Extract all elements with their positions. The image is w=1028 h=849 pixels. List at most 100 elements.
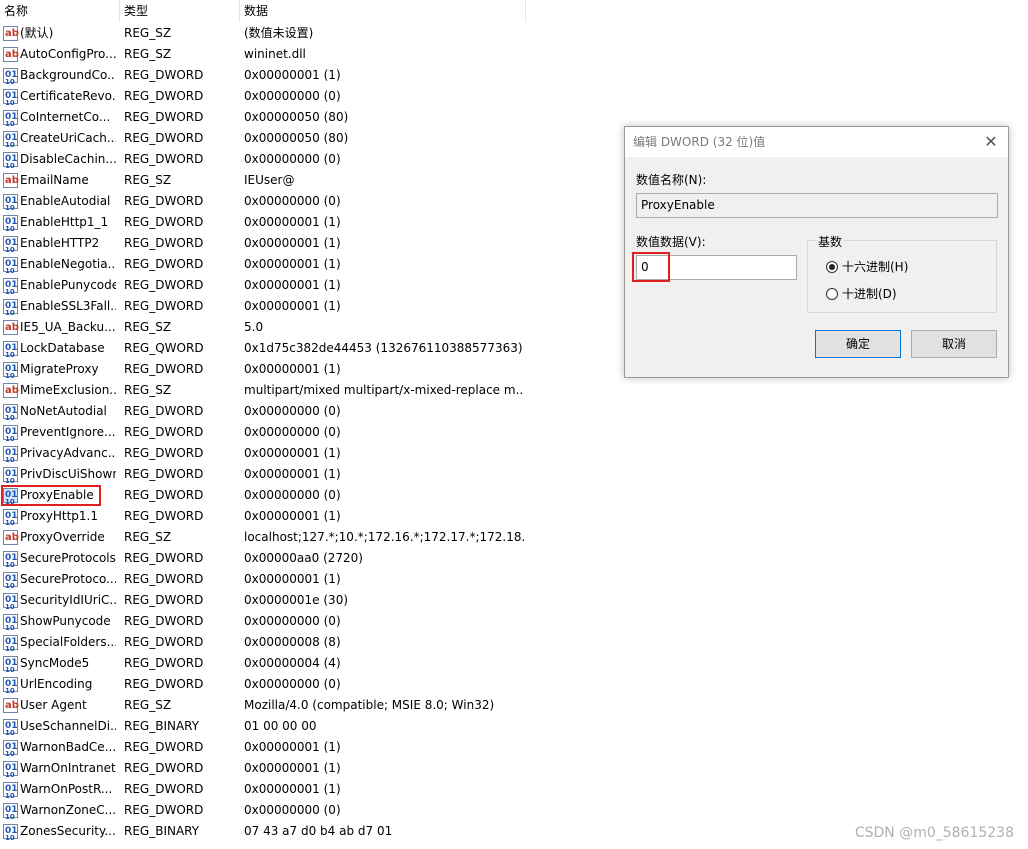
column-header-data[interactable]: 数据: [240, 0, 526, 22]
table-row[interactable]: EnableSSL3Fall... REG_DWORD 0x00000001 (1): [0, 296, 526, 324]
string-value-icon: [3, 317, 19, 338]
cell-type: REG_SZ: [124, 698, 172, 712]
table-row[interactable]: (默认) REG_SZ (数值未设置): [0, 23, 526, 44]
cell-name: ShowPunycode: [20, 614, 111, 628]
cancel-button[interactable]: 取消: [911, 330, 997, 358]
cell-data: 0x00000aa0 (2720): [244, 551, 363, 565]
column-header-type[interactable]: 类型: [120, 0, 240, 22]
table-row[interactable]: UseSchannelDi... REG_BINARY 01 00 00 00: [0, 716, 526, 744]
table-row[interactable]: UrlEncoding REG_DWORD 0x00000000 (0): [0, 674, 526, 702]
binary-value-icon: [3, 107, 18, 135]
table-row[interactable]: DisableCachin... REG_DWORD 0x00000000 (0): [0, 149, 526, 177]
close-icon[interactable]: ✕: [974, 127, 1008, 157]
binary-value-icon: [3, 254, 18, 282]
table-row[interactable]: WarnonZoneC... REG_DWORD 0x00000000 (0): [0, 800, 526, 828]
table-row[interactable]: EnableAutodial REG_DWORD 0x00000000 (0): [0, 191, 526, 219]
table-row[interactable]: LockDatabase REG_QWORD 0x1d75c382de44453 (…: [0, 338, 526, 366]
binary-value-icon: [3, 233, 18, 261]
table-row[interactable]: PrivDiscUiShown REG_DWORD 0x00000001 (1): [0, 464, 526, 492]
table-row[interactable]: ProxyOverride REG_SZ localhost;127.*;10.*;…: [0, 527, 526, 548]
table-row[interactable]: EnablePunycode REG_DWORD 0x00000001 (1): [0, 275, 526, 303]
table-row[interactable]: MimeExclusion... REG_SZ multipart/mixed mu…: [0, 380, 526, 401]
cell-data: 0x00000000 (0): [244, 488, 341, 502]
table-row[interactable]: IE5_UA_Backu... REG_SZ 5.0: [0, 317, 526, 338]
cell-type: REG_DWORD: [124, 89, 204, 103]
table-row[interactable]: PreventIgnore... REG_DWORD 0x00000000 (0): [0, 422, 526, 450]
cell-data: 0x00000000 (0): [244, 677, 341, 691]
cell-data: 0x00000008 (8): [244, 635, 341, 649]
table-row[interactable]: SecureProtoco... REG_DWORD 0x00000001 (1): [0, 569, 526, 597]
radio-hex-indicator[interactable]: [826, 261, 838, 273]
cell-type: REG_DWORD: [124, 110, 204, 124]
table-row[interactable]: SecureProtocols REG_DWORD 0x00000aa0 (2720…: [0, 548, 526, 576]
table-row[interactable]: PrivacyAdvanc... REG_DWORD 0x00000001 (1): [0, 443, 526, 471]
table-row[interactable]: WarnOnPostR... REG_DWORD 0x00000001 (1): [0, 779, 526, 807]
cell-name: DisableCachin...: [20, 152, 116, 166]
binary-value-icon: [3, 506, 18, 534]
table-row[interactable]: WarnOnIntranet REG_DWORD 0x00000001 (1): [0, 758, 526, 786]
table-row[interactable]: SecurityIdIUriC... REG_DWORD 0x0000001e (3…: [0, 590, 526, 618]
cell-name: ProxyHttp1.1: [20, 509, 99, 523]
value-name-field[interactable]: ProxyEnable: [636, 193, 998, 218]
cell-name: MigrateProxy: [20, 362, 99, 376]
table-row[interactable]: BackgroundCo... REG_DWORD 0x00000001 (1): [0, 65, 526, 93]
table-row[interactable]: CertificateRevo... REG_DWORD 0x00000000 (0…: [0, 86, 526, 114]
table-row[interactable]: EmailName REG_SZ IEUser@: [0, 170, 526, 191]
cell-name: BackgroundCo...: [20, 68, 116, 82]
table-row[interactable]: CreateUriCach... REG_DWORD 0x00000050 (80): [0, 128, 526, 156]
cell-data: 0x00000050 (80): [244, 131, 349, 145]
cell-data: 0x00000001 (1): [244, 362, 341, 376]
binary-value-icon: [3, 758, 18, 786]
cell-data: 0x00000000 (0): [244, 404, 341, 418]
cell-data: 0x1d75c382de44453 (132676110388577363): [244, 341, 523, 355]
table-row[interactable]: NoNetAutodial REG_DWORD 0x00000000 (0): [0, 401, 526, 429]
column-header-name[interactable]: 名称: [0, 0, 120, 22]
table-row[interactable]: SpecialFolders... REG_DWORD 0x00000008 (8): [0, 632, 526, 660]
cell-data: 0x00000001 (1): [244, 278, 341, 292]
table-row[interactable]: AutoConfigPro... REG_SZ wininet.dll: [0, 44, 526, 65]
binary-value-icon: [3, 275, 18, 303]
cell-data: 0x00000050 (80): [244, 110, 349, 124]
cell-name: UseSchannelDi...: [20, 719, 116, 733]
cell-name: NoNetAutodial: [20, 404, 107, 418]
cell-data: 0x00000000 (0): [244, 152, 341, 166]
radio-hex-label: 十六进制(H): [842, 260, 909, 274]
selected-row-highlight: [1, 485, 101, 506]
cell-type: REG_DWORD: [124, 614, 204, 628]
binary-value-icon: [3, 779, 18, 807]
table-row[interactable]: WarnonBadCe... REG_DWORD 0x00000001 (1): [0, 737, 526, 765]
binary-value-icon: [3, 590, 18, 618]
ok-button[interactable]: 确定: [815, 330, 901, 358]
cell-type: REG_DWORD: [124, 404, 204, 418]
table-row[interactable]: SyncMode5 REG_DWORD 0x00000004 (4): [0, 653, 526, 681]
cell-type: REG_DWORD: [124, 782, 204, 796]
dialog-titlebar[interactable]: 编辑 DWORD (32 位)值 ✕: [625, 127, 1008, 157]
cell-data: 0x00000001 (1): [244, 257, 341, 271]
table-row[interactable]: EnableNegotia... REG_DWORD 0x00000001 (1): [0, 254, 526, 282]
base-groupbox: [807, 240, 997, 313]
radio-dec-label: 十进制(D): [842, 287, 897, 301]
table-row[interactable]: CoInternetCo... REG_DWORD 0x00000050 (80): [0, 107, 526, 135]
cell-type: REG_DWORD: [124, 761, 204, 775]
cell-name: SpecialFolders...: [20, 635, 116, 649]
string-value-icon: [3, 695, 19, 716]
cell-name: SecurityIdIUriC...: [20, 593, 116, 607]
cell-data: 0x00000001 (1): [244, 761, 341, 775]
table-row[interactable]: EnableHTTP2 REG_DWORD 0x00000001 (1): [0, 233, 526, 261]
table-row[interactable]: ProxyHttp1.1 REG_DWORD 0x00000001 (1): [0, 506, 526, 534]
table-row[interactable]: MigrateProxy REG_DWORD 0x00000001 (1): [0, 359, 526, 387]
cell-data: 0x0000001e (30): [244, 593, 349, 607]
cell-name: ProxyOverride: [20, 530, 105, 544]
binary-value-icon: [3, 800, 18, 828]
table-row[interactable]: ShowPunycode REG_DWORD 0x00000000 (0): [0, 611, 526, 639]
string-value-icon: [3, 380, 19, 401]
radio-dec-indicator[interactable]: [826, 288, 838, 300]
table-row[interactable]: EnableHttp1_1 REG_DWORD 0x00000001 (1): [0, 212, 526, 240]
cell-type: REG_DWORD: [124, 593, 204, 607]
table-row[interactable]: ZonesSecurity... REG_BINARY 07 43 a7 d0 b4…: [0, 821, 526, 849]
cell-data: 0x00000000 (0): [244, 614, 341, 628]
table-row[interactable]: User Agent REG_SZ Mozilla/4.0 (compatible;…: [0, 695, 526, 716]
cell-type: REG_DWORD: [124, 299, 204, 313]
binary-value-icon: [3, 464, 18, 492]
binary-value-icon: [3, 296, 18, 324]
